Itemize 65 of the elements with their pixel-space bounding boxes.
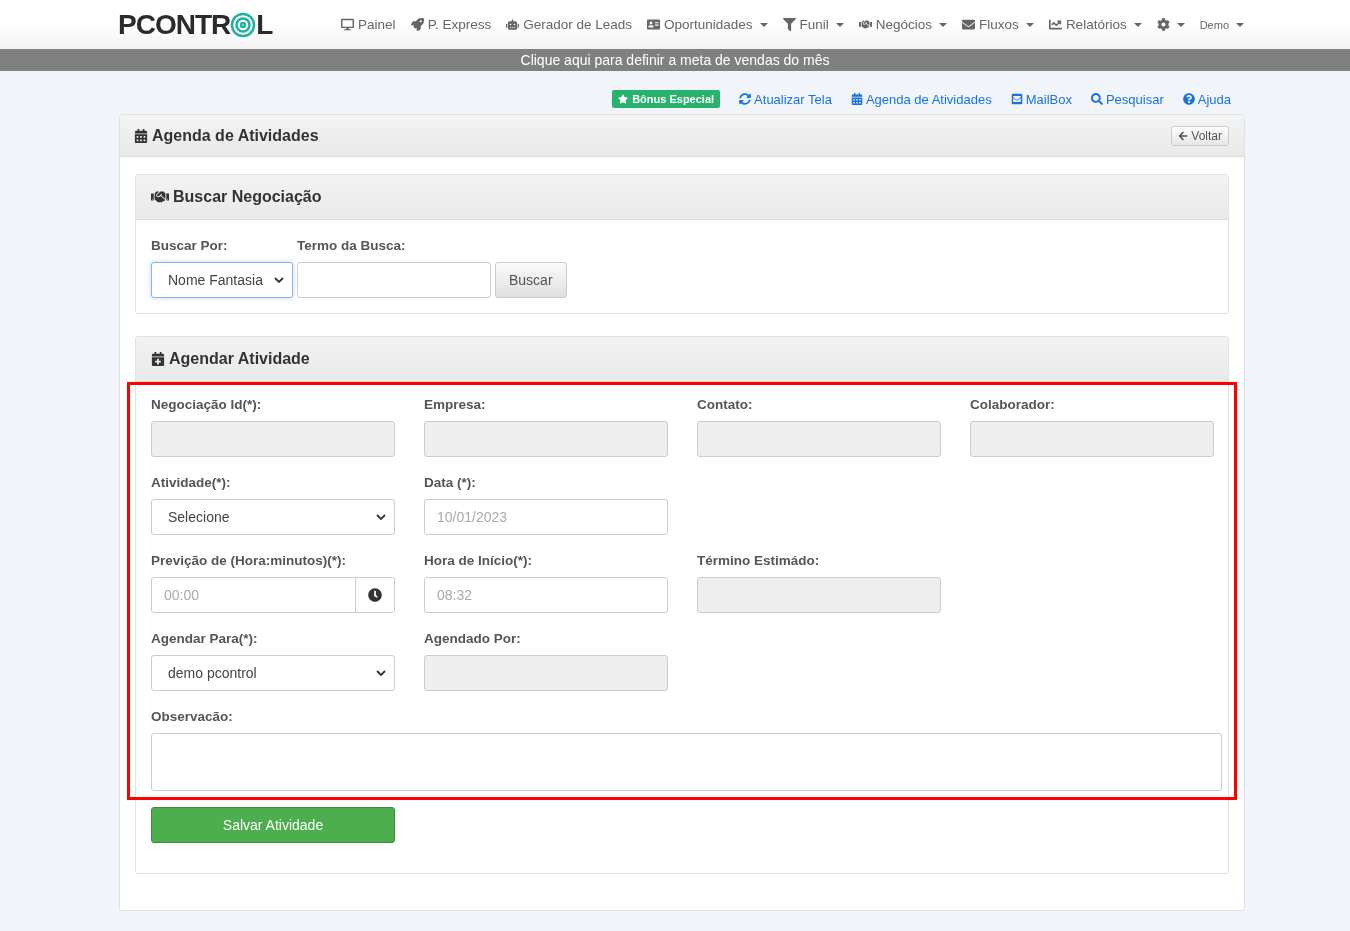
pcontrol-logo[interactable]: PCONTR L [118, 8, 273, 41]
nav-menu-item[interactable]: Gerador de Leads [506, 17, 632, 32]
nav-menu-item[interactable]: Relatórios [1048, 17, 1142, 32]
chevron-down-icon [376, 514, 386, 520]
field-label: Hora de Início(*): [424, 553, 533, 568]
select-field[interactable]: demo pcontrol [151, 655, 395, 691]
calendar-icon [850, 93, 863, 105]
settings-icon [1156, 18, 1170, 31]
field-label: Observacão: [151, 709, 234, 724]
section-title: Agendar Atividade [151, 350, 310, 368]
line-chart-icon [1048, 18, 1062, 31]
star-icon [618, 94, 629, 104]
back-button[interactable]: Voltar [1171, 125, 1229, 146]
calendar-plus-icon [151, 352, 165, 366]
nav-menu-item[interactable]: Painel [341, 17, 396, 32]
refresh-icon [739, 93, 752, 105]
filter-icon [782, 18, 796, 31]
toolbar-link[interactable]: Pesquisar [1090, 91, 1164, 107]
nav-menu-item[interactable] [1156, 18, 1185, 31]
nav-menu-item[interactable]: Demo [1199, 18, 1244, 31]
nav-menu-item[interactable]: Fluxos [962, 17, 1034, 32]
field-label: Colaborador: [970, 397, 1056, 412]
mail-icon [1010, 93, 1023, 105]
field-label: Previção de (Hora:minutos)(*): [151, 553, 348, 568]
field-label: Data (*): [424, 475, 477, 490]
field-label: Termo da Busca: [297, 238, 407, 253]
search-button[interactable]: Buscar [495, 262, 567, 298]
clock-icon [368, 588, 382, 602]
notes-textarea[interactable] [151, 733, 1222, 791]
select-field[interactable]: Selecione [151, 499, 395, 535]
nav-menu-item[interactable]: P. Express [410, 17, 492, 32]
field-label: Agendar Para(*): [151, 631, 259, 646]
field-label: Término Estimádo: [697, 553, 821, 568]
field-label: Empresa: [424, 397, 487, 412]
arrow-left-icon [1178, 130, 1189, 141]
help-icon [1182, 93, 1195, 105]
field-label: Contato: [697, 397, 754, 412]
clock-button[interactable] [355, 578, 394, 612]
nav-menu-item[interactable]: Funil [782, 17, 844, 32]
section-title: Buscar Negociação [151, 188, 322, 206]
envelope-icon [962, 18, 976, 31]
nav-menu-item[interactable]: Negócios [858, 17, 948, 32]
panel-title: Agenda de Atividades [134, 126, 319, 145]
select-field[interactable]: Nome Fantasia [151, 262, 293, 298]
field-label: Buscar Por: [151, 238, 229, 253]
handshake-icon [858, 18, 872, 31]
contact-card-icon [647, 18, 660, 31]
field-label: Atividade(*): [151, 475, 232, 490]
monitor-icon [341, 18, 355, 31]
robot-icon [506, 18, 520, 31]
rocket-icon [410, 18, 424, 31]
field-label: Negociação Id(*): [151, 397, 263, 412]
nav-menu-item[interactable]: Oportunidades [647, 17, 768, 32]
sales-goal-banner[interactable]: Clique aqui para definir a meta de vendas do mês [0, 49, 1350, 71]
chevron-down-icon [274, 277, 284, 283]
calendar-icon [134, 128, 148, 143]
toolbar-link[interactable]: Agenda de Atividades [850, 91, 992, 107]
chevron-down-icon [376, 670, 386, 676]
toolbar-link[interactable]: MailBox [1010, 91, 1072, 107]
field-label: Agendado Por: [424, 631, 522, 646]
search-term-field[interactable] [297, 262, 491, 298]
search-icon [1090, 93, 1103, 105]
toolbar-link[interactable]: Ajuda [1182, 91, 1231, 107]
target-logo-icon [230, 11, 257, 38]
toolbar-link[interactable]: Atualizar Tela [739, 91, 832, 107]
